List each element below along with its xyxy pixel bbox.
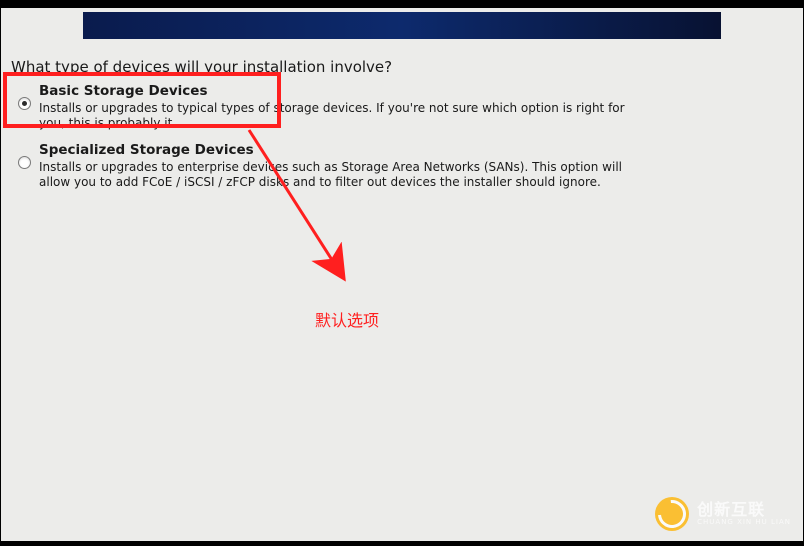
watermark-line1: 创新互联 [697,502,791,518]
radio-specialized[interactable] [18,156,31,169]
option-basic-title: Basic Storage Devices [39,83,793,99]
option-specialized-title: Specialized Storage Devices [39,142,793,158]
radio-basic[interactable] [18,97,31,110]
watermark-logo-icon [655,497,689,531]
option-basic-desc: Installs or upgrades to typical types of… [39,101,639,131]
installer-page: What type of devices will your installat… [1,8,803,541]
option-specialized-desc: Installs or upgrades to enterprise devic… [39,160,639,190]
annotation-text: 默认选项 [315,307,379,331]
storage-question-label: What type of devices will your installat… [11,58,392,76]
header-banner [83,12,721,39]
watermark: 创新互联 CHUANG XIN HU LIAN [655,497,791,531]
watermark-line2: CHUANG XIN HU LIAN [697,518,791,526]
